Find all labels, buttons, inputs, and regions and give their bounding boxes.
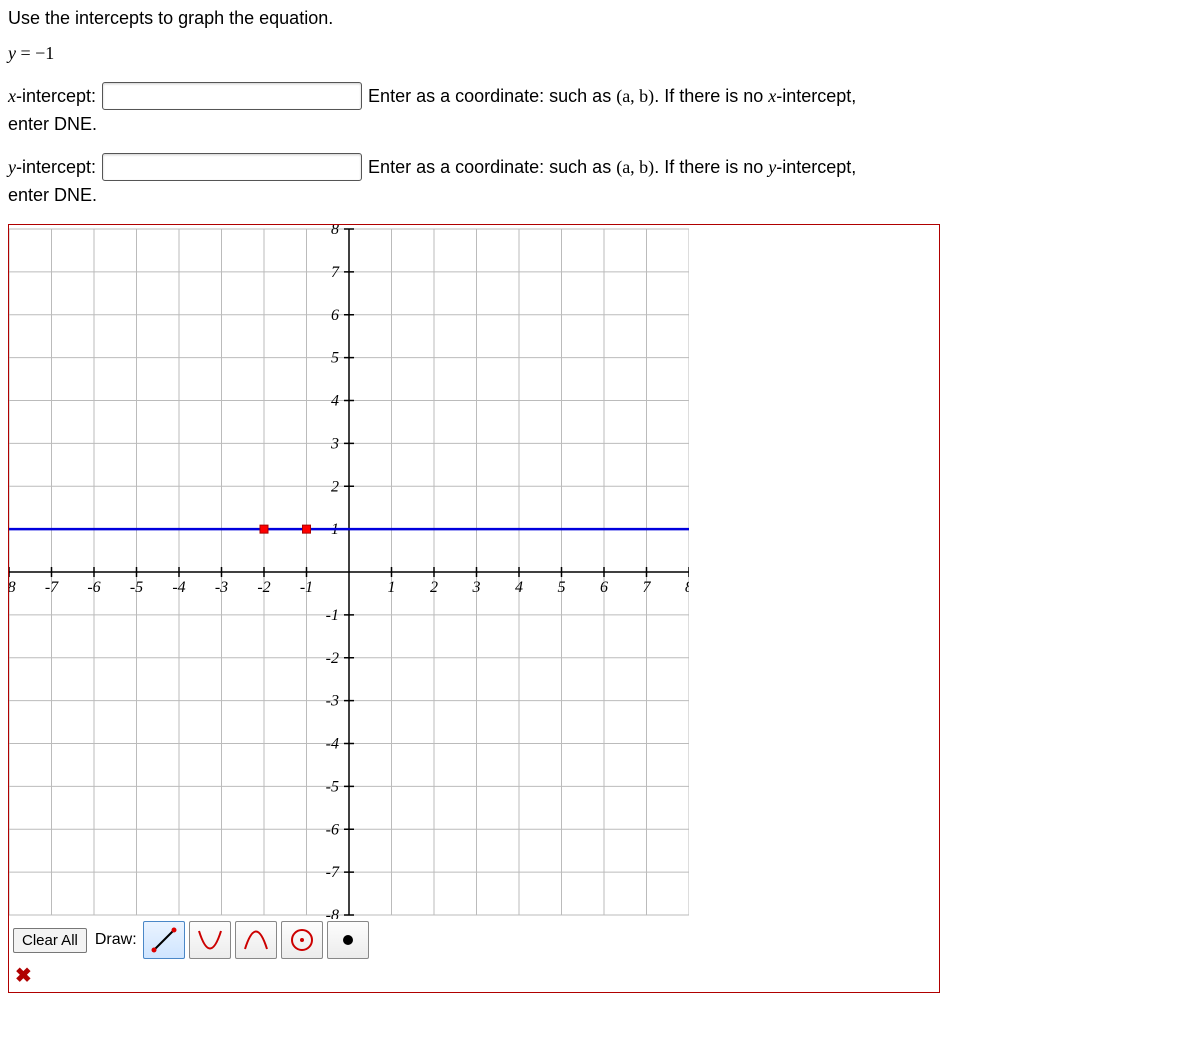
- svg-text:-1: -1: [326, 607, 339, 624]
- svg-text:-6: -6: [326, 821, 339, 838]
- svg-text:1: 1: [388, 579, 396, 596]
- graph-panel: -8 -7 -6 -5 -4 -3 -2 -1 1 2 3 4 5 6 7 8 -8 -7 -6 -5 -4 -3 -2 -1…: [8, 224, 940, 993]
- y-intercept-dne: enter DNE.: [8, 185, 1192, 206]
- svg-text:-1: -1: [300, 579, 313, 596]
- x-intercept-input[interactable]: [102, 82, 362, 110]
- hint-prefix: Enter as a coordinate: such as: [368, 86, 616, 106]
- parabola-up-icon: [196, 926, 224, 954]
- svg-text:-5: -5: [326, 778, 339, 795]
- y-intercept-label: y-intercept:: [8, 157, 96, 178]
- svg-text:2: 2: [430, 579, 438, 596]
- svg-text:6: 6: [331, 307, 339, 324]
- svg-text:7: 7: [643, 579, 652, 596]
- svg-text:7: 7: [331, 264, 340, 281]
- svg-text:-3: -3: [215, 579, 228, 596]
- svg-text:3: 3: [330, 435, 339, 452]
- svg-text:-8: -8: [9, 579, 16, 596]
- x-intercept-label: x-intercept:: [8, 86, 96, 107]
- svg-text:-3: -3: [326, 693, 339, 710]
- y-intercept-label-rest: -intercept:: [16, 157, 96, 177]
- hint-y-suffix: . If there is no: [654, 157, 768, 177]
- equation: y = −1: [8, 43, 1192, 64]
- svg-text:5: 5: [558, 579, 566, 596]
- svg-text:-5: -5: [130, 579, 143, 596]
- svg-text:2: 2: [331, 478, 339, 495]
- equation-rhs: −1: [35, 43, 54, 63]
- x-intercept-label-var: x: [8, 86, 16, 106]
- svg-text:5: 5: [331, 350, 339, 367]
- tool-parabola-down-button[interactable]: [235, 921, 277, 959]
- equation-eq: =: [16, 43, 35, 63]
- svg-text:4: 4: [331, 393, 339, 410]
- x-intercept-label-rest: -intercept:: [16, 86, 96, 106]
- svg-text:6: 6: [600, 579, 608, 596]
- tool-point-button[interactable]: [327, 921, 369, 959]
- line-icon: [150, 926, 178, 954]
- graph-toolbar: Clear All Draw:: [9, 919, 939, 961]
- hint-coord: (a, b): [616, 157, 654, 177]
- status-incorrect-mark: ✖: [9, 961, 939, 990]
- hint-x-suffix: . If there is no: [654, 86, 768, 106]
- x-intercept-hint: Enter as a coordinate: such as (a, b). I…: [368, 86, 856, 107]
- draw-label: Draw:: [95, 931, 137, 949]
- parabola-down-icon: [242, 926, 270, 954]
- svg-text:-4: -4: [172, 579, 185, 596]
- hint-prefix: Enter as a coordinate: such as: [368, 157, 616, 177]
- hint-y-end: -intercept,: [776, 157, 856, 177]
- tool-parabola-up-button[interactable]: [189, 921, 231, 959]
- equation-lhs: y: [8, 43, 16, 63]
- svg-text:-4: -4: [326, 736, 339, 753]
- point-icon: [334, 926, 362, 954]
- tool-circle-button[interactable]: [281, 921, 323, 959]
- problem-prompt: Use the intercepts to graph the equation…: [8, 8, 1192, 29]
- svg-text:8: 8: [331, 225, 339, 238]
- svg-text:-8: -8: [326, 907, 339, 919]
- svg-text:-2: -2: [257, 579, 270, 596]
- hint-x-end: -intercept,: [776, 86, 856, 106]
- y-intercept-label-var: y: [8, 157, 16, 177]
- y-intercept-hint: Enter as a coordinate: such as (a, b). I…: [368, 157, 856, 178]
- svg-text:-7: -7: [45, 579, 59, 596]
- hint-coord: (a, b): [616, 86, 654, 106]
- tool-line-button[interactable]: [143, 921, 185, 959]
- graph-canvas[interactable]: -8 -7 -6 -5 -4 -3 -2 -1 1 2 3 4 5 6 7 8 -8 -7 -6 -5 -4 -3 -2 -1…: [9, 225, 689, 919]
- svg-text:-7: -7: [326, 864, 340, 881]
- x-intercept-row: x-intercept: Enter as a coordinate: such…: [8, 82, 1192, 110]
- svg-text:3: 3: [472, 579, 481, 596]
- clear-all-button[interactable]: Clear All: [13, 928, 87, 953]
- y-intercept-input[interactable]: [102, 153, 362, 181]
- svg-text:4: 4: [515, 579, 523, 596]
- svg-text:-2: -2: [326, 650, 339, 667]
- x-intercept-dne: enter DNE.: [8, 114, 1192, 135]
- circle-icon: [288, 926, 316, 954]
- svg-text:-6: -6: [87, 579, 100, 596]
- svg-text:8: 8: [685, 579, 689, 596]
- y-intercept-row: y-intercept: Enter as a coordinate: such…: [8, 153, 1192, 181]
